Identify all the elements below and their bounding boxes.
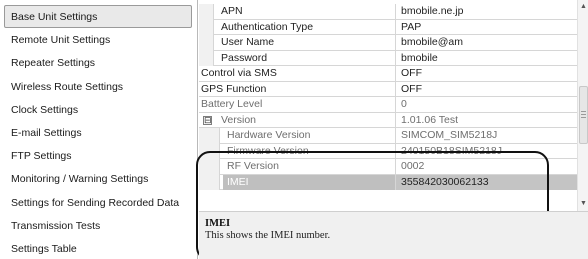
property-name: RF Version — [227, 160, 279, 172]
property-row-version[interactable]: ⊟ Version 1.01.06 Test — [199, 112, 580, 128]
property-row-firmware-version[interactable]: Firmware Version 240150B18SIM5218J — [199, 143, 580, 159]
property-value[interactable]: bmobile — [395, 50, 580, 66]
property-value[interactable]: bmobile.ne.jp — [395, 4, 580, 20]
nav-item-monitoring-warning-settings[interactable]: Monitoring / Warning Settings — [4, 167, 192, 190]
property-value: 1.01.06 Test — [395, 112, 580, 128]
nav-item-ftp-settings[interactable]: FTP Settings — [4, 144, 192, 167]
scroll-down-icon[interactable]: ▼ — [579, 199, 588, 209]
property-value: 355842030062133 — [395, 174, 580, 190]
property-name: IMEI — [223, 174, 395, 190]
property-name: Hardware Version — [227, 129, 311, 141]
nav-item-wireless-route-settings[interactable]: Wireless Route Settings — [4, 75, 192, 98]
nav-item-email-settings[interactable]: E-mail Settings — [4, 121, 192, 144]
description-text: This shows the IMEI number. — [205, 230, 331, 241]
property-name: Version — [221, 113, 257, 126]
property-value[interactable]: bmobile@am — [395, 35, 580, 51]
description-pane: IMEI This shows the IMEI number. — [199, 211, 588, 259]
collapse-icon[interactable]: ⊟ — [203, 115, 212, 125]
nav-item-base-unit-settings[interactable]: Base Unit Settings — [4, 5, 192, 29]
description-title: IMEI — [205, 218, 231, 229]
settings-nav: Base Unit Settings Remote Unit Settings … — [0, 0, 198, 259]
property-name: Password — [221, 51, 268, 64]
property-value[interactable]: OFF — [395, 81, 580, 97]
property-row-hardware-version[interactable]: Hardware Version SIMCOM_SIM5218J — [199, 128, 580, 144]
scrollbar-thumb[interactable] — [579, 86, 588, 144]
property-row-authentication-type[interactable]: Authentication Type PAP — [199, 19, 580, 35]
property-grid-scrollbar[interactable]: ▲ ▼ — [577, 0, 588, 211]
property-value: 240150B18SIM5218J — [395, 143, 580, 159]
property-row-user-name[interactable]: User Name bmobile@am — [199, 35, 580, 51]
property-row-battery-level[interactable]: Battery Level 0 — [199, 97, 580, 113]
property-name: User Name — [221, 36, 275, 48]
scroll-up-icon[interactable]: ▲ — [579, 2, 588, 12]
property-row-gps-function[interactable]: GPS Function OFF — [199, 81, 580, 97]
grip-line — [581, 111, 586, 112]
property-value[interactable]: OFF — [395, 66, 580, 82]
nav-item-remote-unit-settings[interactable]: Remote Unit Settings — [4, 28, 192, 51]
property-value: 0 — [395, 97, 580, 113]
property-row-apn[interactable]: APN bmobile.ne.jp — [199, 4, 580, 20]
property-name: APN — [221, 5, 243, 17]
grip-line — [581, 114, 586, 115]
nav-item-clock-settings[interactable]: Clock Settings — [4, 98, 192, 121]
nav-item-settings-table[interactable]: Settings Table — [4, 237, 192, 259]
property-row-password[interactable]: Password bmobile — [199, 50, 580, 66]
property-name: Control via SMS — [201, 67, 277, 79]
property-row-rf-version[interactable]: RF Version 0002 — [199, 159, 580, 175]
property-value: 0002 — [395, 159, 580, 175]
property-name: Authentication Type — [221, 20, 314, 33]
property-name: Firmware Version — [227, 144, 309, 157]
nav-item-sending-recorded-data-settings[interactable]: Settings for Sending Recorded Data — [4, 191, 192, 214]
nav-item-transmission-tests[interactable]: Transmission Tests — [4, 214, 192, 237]
property-row-imei[interactable]: IMEI 355842030062133 — [199, 174, 580, 190]
grip-line — [581, 117, 586, 118]
property-name: Battery Level — [201, 98, 263, 110]
property-name: GPS Function — [201, 82, 267, 95]
property-value: SIMCOM_SIM5218J — [395, 128, 580, 144]
nav-item-repeater-settings[interactable]: Repeater Settings — [4, 51, 192, 74]
property-grid: APN bmobile.ne.jp Authentication Type PA… — [199, 0, 588, 211]
property-value[interactable]: PAP — [395, 19, 580, 35]
property-row-control-via-sms[interactable]: Control via SMS OFF — [199, 66, 580, 82]
